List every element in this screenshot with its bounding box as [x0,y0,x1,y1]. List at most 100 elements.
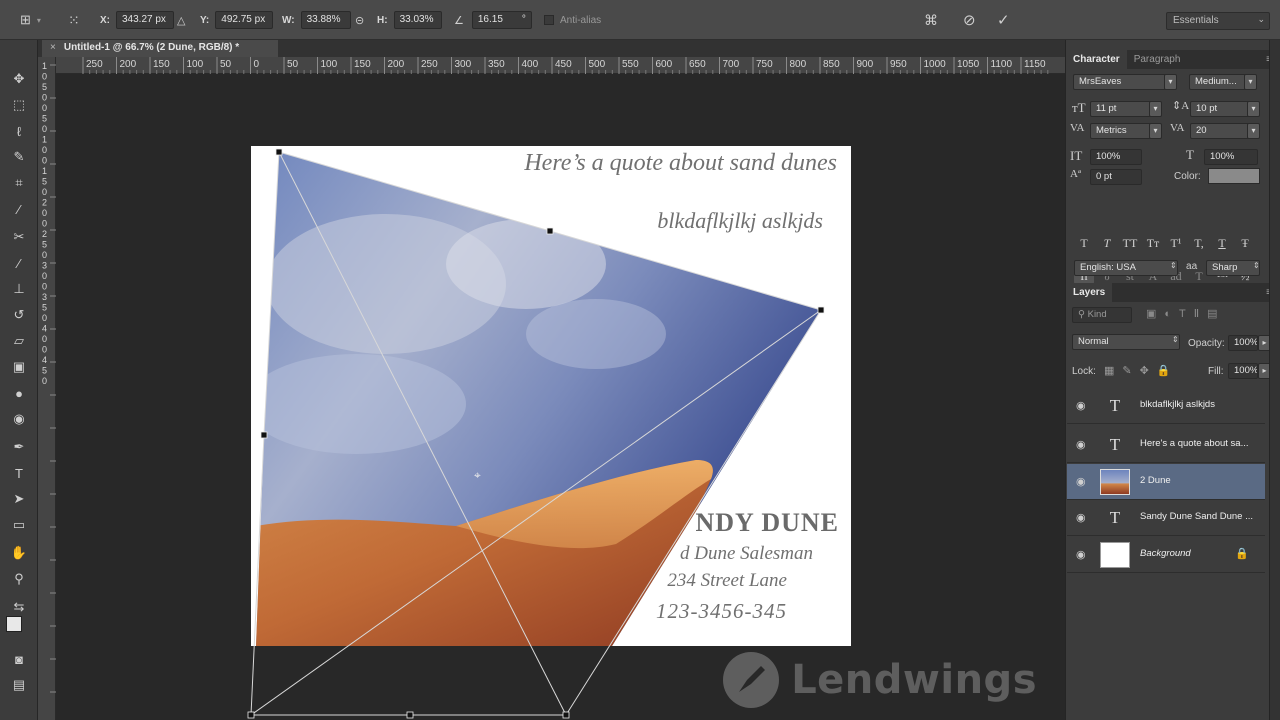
pen-tool-icon[interactable]: ✒ [8,436,30,458]
eye-icon[interactable]: ◉ [1076,511,1086,524]
warp-icon[interactable]: ⌘ [924,12,938,29]
layer-row[interactable]: ◉ T Here's a quote about sa... [1067,427,1265,463]
fill-field[interactable]: 100% [1228,363,1258,379]
antialias-dropdown-icon[interactable]: ⇕ [1253,261,1260,270]
font-family-field[interactable]: MrsEaves [1073,74,1171,90]
eyedropper-tool-icon[interactable]: ⁄ [8,198,30,220]
kerning-dropdown[interactable]: ▾ [1149,123,1162,139]
commit-transform-icon[interactable]: ✓ [997,11,1010,29]
crop-tool-icon[interactable]: ⌗ [8,172,30,194]
font-size-field[interactable]: 11 pt [1090,101,1152,117]
blend-mode-field[interactable]: Normal [1072,334,1180,350]
superscript-button[interactable]: T¹ [1166,236,1186,251]
type-tool-icon[interactable]: T [8,462,30,484]
text-antialias-field[interactable]: Sharp [1206,260,1260,276]
transform-handle-bottom[interactable] [406,711,414,719]
rectangle-tool-icon[interactable]: ▭ [8,514,30,536]
width-field[interactable]: 33.88% [300,11,351,29]
lasso-tool-icon[interactable]: ℓ [8,120,30,142]
dodge-tool-icon[interactable]: ◉ [8,408,30,430]
brush-tool-icon[interactable]: ∕ [8,252,30,274]
tab-character[interactable]: Character [1066,50,1127,69]
eye-icon[interactable]: ◉ [1076,438,1086,451]
transform-handle-top-left[interactable] [275,148,283,156]
screen-mode-icon[interactable]: ▤ [8,674,30,696]
lock-icons[interactable]: ▦✎✥🔒 [1104,364,1179,377]
tab-layers[interactable]: Layers [1066,283,1113,302]
delta-icon[interactable]: △ [177,14,185,27]
x-position-field[interactable]: 343.27 px [116,11,174,29]
transformed-dune-image[interactable]: ⌖ ↶ [56,74,1065,720]
workspace-switcher[interactable]: Essentials ⌄ [1166,12,1270,30]
document-tab[interactable]: × Untitled-1 @ 66.7% (2 Dune, RGB/8) * [42,40,278,57]
history-brush-tool-icon[interactable]: ↺ [8,304,30,326]
rotate-angle-field[interactable]: 16.15 ° [471,11,532,29]
faux-italic-button[interactable]: T [1097,236,1117,251]
marquee-tool-icon[interactable]: ⬚ [8,94,30,116]
move-tool-icon[interactable]: ✥ [8,68,30,90]
antialias-checkbox[interactable] [544,15,554,25]
swap-colors-icon[interactable]: ⇆ [8,596,30,618]
underline-button[interactable]: T [1212,236,1232,251]
hand-tool-icon[interactable]: ✋ [8,542,30,564]
eraser-tool-icon[interactable]: ▱ [8,330,30,352]
panel-scrollbar[interactable] [1269,40,1280,720]
transform-handle-left[interactable] [260,431,268,439]
language-field[interactable]: English: USA [1074,260,1178,276]
font-family-dropdown[interactable]: ▾ [1164,74,1177,90]
path-selection-tool-icon[interactable]: ➤ [8,488,30,510]
layer-filter-icons[interactable]: ▣◐TⅡ▤ [1146,307,1226,320]
blend-mode-dropdown-icon[interactable]: ⇕ [1172,335,1179,344]
transform-handle-top[interactable] [546,227,554,235]
eye-icon[interactable]: ◉ [1076,548,1086,561]
transform-handle-top-right[interactable] [817,306,825,314]
layer-row[interactable]: ◉ Background 🔒 [1067,537,1265,573]
font-style-dropdown[interactable]: ▾ [1244,74,1257,90]
vertical-scale-field[interactable]: 100% [1090,149,1142,165]
quick-selection-tool-icon[interactable]: ✎ [8,146,30,168]
quick-mask-icon[interactable]: ◙ [8,648,30,670]
link-icon[interactable]: ⊝ [355,14,364,27]
reference-point-locator[interactable]: ⁙ [68,0,80,40]
leading-dropdown[interactable]: ▾ [1247,101,1260,117]
leading-field[interactable]: 10 pt [1190,101,1250,117]
y-position-field[interactable]: 492.75 px [215,11,274,29]
layer-row-selected[interactable]: ◉ 2 Dune [1067,464,1265,500]
opacity-field[interactable]: 100% [1228,335,1258,351]
healing-brush-tool-icon[interactable]: ✂ [8,226,30,248]
tool-preset-picker[interactable]: ⊞ ▾ [20,0,41,40]
blur-tool-icon[interactable]: ● [8,382,30,404]
gradient-tool-icon[interactable]: ▣ [8,356,30,378]
transform-center-icon[interactable]: ⌖ [474,468,481,482]
foreground-color-swatch[interactable] [6,616,22,632]
strikethrough-button[interactable]: Ŧ [1235,236,1255,251]
small-caps-button[interactable]: Tт [1143,236,1163,251]
transform-handle-bottom-right[interactable] [562,711,570,719]
zoom-tool-icon[interactable]: ⚲ [8,568,30,590]
transform-handle-bottom-left[interactable] [247,711,255,719]
horizontal-ruler[interactable]: 250 200 150 100 50 0 50 100 150 200 250 300 350 400 45… [56,57,1065,74]
text-color-swatch[interactable] [1208,168,1260,184]
faux-bold-button[interactable]: T [1074,236,1094,251]
tracking-dropdown[interactable]: ▾ [1247,123,1260,139]
layer-row[interactable]: ◉ T blkdaflkjlkj aslkjds [1067,388,1265,424]
tab-paragraph[interactable]: Paragraph [1127,50,1188,69]
canvas-area[interactable]: Here’s a quote about sand dunes blkdaflk… [56,74,1065,720]
subscript-button[interactable]: T, [1189,236,1209,251]
layer-row[interactable]: ◉ T Sandy Dune Sand Dune ... [1067,500,1265,536]
horizontal-scale-field[interactable]: 100% [1204,149,1258,165]
baseline-shift-field[interactable]: 0 pt [1090,169,1142,185]
vertical-ruler[interactable]: 1050050100150200250300350400450 [38,57,56,720]
cancel-transform-icon[interactable]: ⊘ [963,11,976,29]
height-field[interactable]: 33.03% [393,11,442,29]
layer-filter-dropdown[interactable]: ⚲ Kind [1072,307,1132,323]
kerning-field[interactable]: Metrics [1090,123,1152,139]
eye-icon[interactable]: ◉ [1076,475,1086,488]
font-size-dropdown[interactable]: ▾ [1149,101,1162,117]
clone-stamp-tool-icon[interactable]: ⊥ [8,278,30,300]
close-icon[interactable]: × [50,42,56,53]
tracking-field[interactable]: 20 [1190,123,1250,139]
language-dropdown-icon[interactable]: ⇕ [1170,261,1177,270]
eye-icon[interactable]: ◉ [1076,399,1086,412]
font-style-field[interactable]: Medium... [1189,74,1246,90]
